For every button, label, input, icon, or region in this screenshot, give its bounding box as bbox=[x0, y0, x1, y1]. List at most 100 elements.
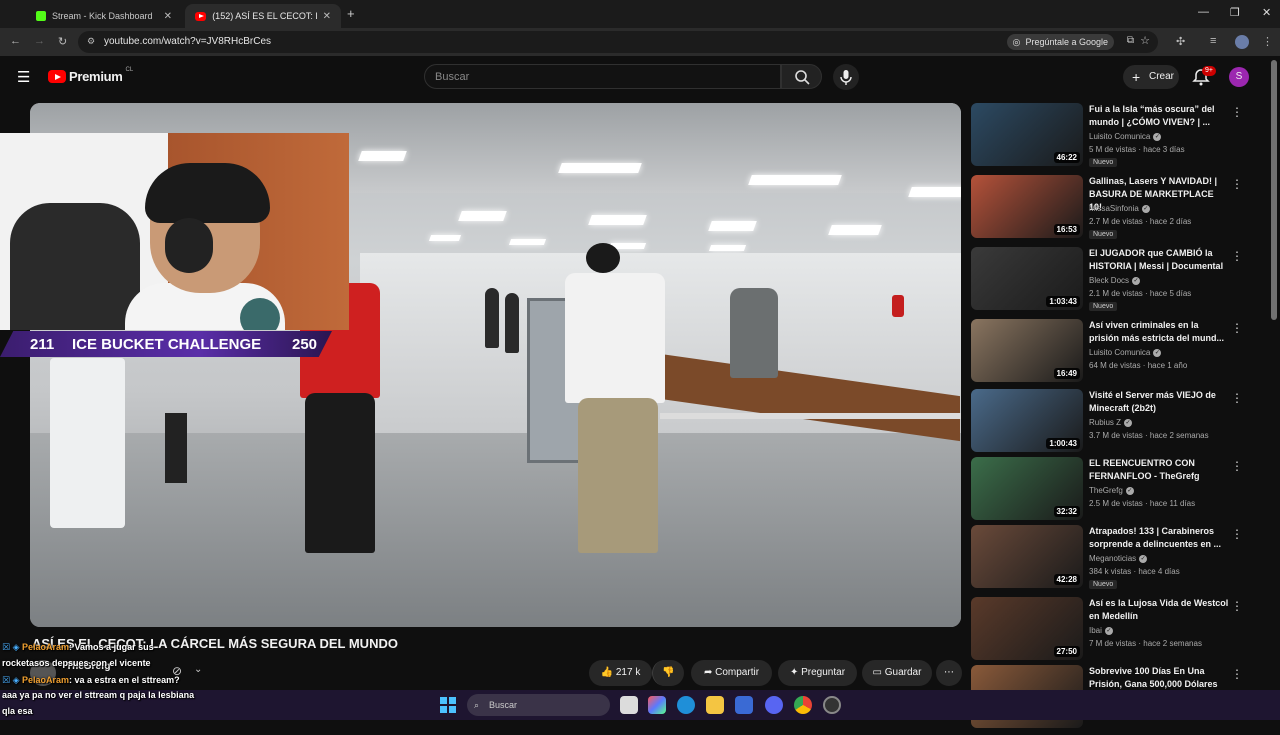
forward-arrow-icon[interactable]: → bbox=[34, 35, 45, 47]
voice-search-button[interactable] bbox=[833, 64, 859, 90]
minimize-icon[interactable]: — bbox=[1198, 6, 1209, 18]
close-tab-icon[interactable]: ✕ bbox=[323, 11, 331, 22]
close-tab-icon[interactable]: ✕ bbox=[164, 11, 172, 22]
new-badge: Nuevo bbox=[1089, 230, 1118, 239]
thumbs-down-icon: 👎 bbox=[662, 667, 675, 678]
table-top bbox=[660, 413, 961, 419]
video-thumbnail[interactable]: 32:32 bbox=[971, 457, 1083, 520]
save-button[interactable]: ▭ Guardar bbox=[862, 660, 932, 686]
extensions-icon[interactable]: ✣ bbox=[1176, 35, 1185, 48]
channel-name-text: Luisito Comunica bbox=[1089, 132, 1151, 141]
dislike-button[interactable]: 👎 bbox=[652, 660, 684, 686]
video-title[interactable]: Visité el Server más VIEJO de Minecraft … bbox=[1089, 389, 1229, 415]
recommended-video[interactable]: 27:50 Así es la Lujosa Vida de Westcol en… bbox=[971, 597, 1261, 667]
create-button[interactable]: + Crear bbox=[1123, 65, 1179, 89]
profile-avatar-icon[interactable] bbox=[1235, 35, 1249, 49]
video-thumbnail[interactable]: 46:22 bbox=[971, 103, 1083, 166]
like-button[interactable]: 👍 217 k bbox=[589, 660, 652, 686]
reload-icon[interactable]: ↻ bbox=[58, 35, 67, 48]
recommended-video[interactable]: 32:32 EL REENCUENTRO CON FERNANFLOO - The… bbox=[971, 457, 1261, 527]
url-text[interactable]: youtube.com/watch?v=JV8RHcBrCes bbox=[104, 36, 271, 47]
recommended-video[interactable]: 16:53 Gallinas, Lasers Y NAVIDAD! | BASUR… bbox=[971, 175, 1261, 245]
video-duration: 1:00:43 bbox=[1046, 438, 1080, 449]
account-avatar[interactable]: S bbox=[1229, 67, 1249, 87]
recommended-video[interactable]: 46:22 Fui a la Isla “más oscura” del mund… bbox=[971, 103, 1261, 173]
channel-name[interactable]: Ibai ✓ bbox=[1089, 626, 1113, 635]
channel-name[interactable]: Meganoticias ✓ bbox=[1089, 554, 1148, 563]
tab-kick-dashboard[interactable]: Stream - Kick Dashboard ✕ bbox=[26, 4, 182, 28]
taskbar-search[interactable]: ⌕ Buscar bbox=[467, 694, 610, 716]
hamburger-menu-icon[interactable]: ☰ bbox=[17, 68, 30, 86]
video-thumbnail[interactable]: 42:28 bbox=[971, 525, 1083, 588]
more-options-icon[interactable]: ⋮ bbox=[1231, 667, 1243, 681]
video-thumbnail[interactable]: 1:03:43 bbox=[971, 247, 1083, 310]
video-thumbnail[interactable]: 1:00:43 bbox=[971, 389, 1083, 452]
ceiling-light bbox=[358, 151, 407, 161]
windows-start-icon[interactable] bbox=[440, 697, 456, 713]
chat-message: qla esa bbox=[2, 706, 33, 716]
recommended-video[interactable]: 16:49 Así viven criminales en la prisión … bbox=[971, 319, 1261, 389]
channel-name[interactable]: TheGrefg ✓ bbox=[1089, 486, 1134, 495]
channel-name[interactable]: Luisito Comunica ✓ bbox=[1089, 348, 1162, 357]
more-options-icon[interactable]: ⋮ bbox=[1231, 321, 1243, 335]
video-title[interactable]: Así es la Lujosa Vida de Westcol en Mede… bbox=[1089, 597, 1229, 623]
ceiling-light bbox=[588, 215, 647, 225]
reading-list-icon[interactable]: ≡ bbox=[1210, 35, 1216, 47]
chevron-down-icon[interactable]: ⌄ bbox=[194, 664, 202, 675]
channel-name[interactable]: Rubius Z ✓ bbox=[1089, 418, 1133, 427]
edge-icon[interactable] bbox=[677, 696, 695, 714]
more-options-icon[interactable]: ⋮ bbox=[1231, 599, 1243, 613]
window-close-icon[interactable]: ✕ bbox=[1262, 6, 1271, 19]
youtube-premium-logo[interactable]: Premium CL bbox=[48, 67, 133, 84]
video-meta: 2.5 M de vistas · hace 11 días bbox=[1089, 499, 1196, 508]
store-icon[interactable] bbox=[735, 696, 753, 714]
more-options-icon[interactable]: ⋮ bbox=[1231, 249, 1243, 263]
site-info-icon[interactable]: ⚙ bbox=[87, 36, 95, 47]
search-button[interactable] bbox=[781, 64, 822, 89]
channel-name[interactable]: MissaSinfonia ✓ bbox=[1089, 204, 1150, 213]
share-button[interactable]: ➦ Compartir bbox=[691, 660, 772, 686]
more-actions-button[interactable]: ⋯ bbox=[936, 660, 962, 686]
video-title[interactable]: Atrapados! 133 | Carabineros sorprende a… bbox=[1089, 525, 1229, 551]
restore-icon[interactable]: ❐ bbox=[1230, 6, 1240, 19]
like-count: 217 k bbox=[615, 667, 641, 678]
video-thumbnail[interactable]: 16:53 bbox=[971, 175, 1083, 238]
video-thumbnail[interactable]: 16:49 bbox=[971, 319, 1083, 382]
more-options-icon[interactable]: ⋮ bbox=[1231, 177, 1243, 191]
search-input[interactable]: Buscar bbox=[424, 64, 781, 89]
task-view-icon[interactable] bbox=[620, 696, 638, 714]
recommended-video[interactable]: 1:00:43 Visité el Server más VIEJO de Min… bbox=[971, 389, 1261, 459]
page-scrollbar[interactable] bbox=[1271, 60, 1277, 320]
browser-menu-icon[interactable]: ⋮ bbox=[1262, 35, 1273, 48]
more-options-icon[interactable]: ⋮ bbox=[1231, 391, 1243, 405]
new-tab-plus-icon[interactable]: + bbox=[347, 6, 355, 21]
bookmark-star-icon[interactable]: ☆ bbox=[1140, 34, 1150, 47]
chrome-icon[interactable] bbox=[794, 696, 812, 714]
more-options-icon[interactable]: ⋮ bbox=[1231, 527, 1243, 541]
install-app-icon[interactable]: ⧉ bbox=[1127, 35, 1134, 46]
copilot-icon[interactable] bbox=[648, 696, 666, 714]
ask-google-button[interactable]: ◎ Pregúntale a Google bbox=[1007, 34, 1114, 50]
chat-text: qla esa bbox=[2, 706, 33, 716]
address-bar[interactable]: ⚙ youtube.com/watch?v=JV8RHcBrCes ◎ Preg… bbox=[78, 31, 1158, 53]
discord-icon[interactable] bbox=[765, 696, 783, 714]
tab-youtube-video[interactable]: (152) ASÍ ES EL CECOT: LA CÁRC ✕ bbox=[185, 4, 341, 28]
video-title[interactable]: Así viven criminales en la prisión más e… bbox=[1089, 319, 1229, 345]
video-title[interactable]: Fui a la Isla “más oscura” del mundo | ¿… bbox=[1089, 103, 1229, 129]
video-title[interactable]: El JUGADOR que CAMBIÓ la HISTORIA | Mess… bbox=[1089, 247, 1229, 273]
back-arrow-icon[interactable]: ← bbox=[10, 35, 21, 47]
video-title[interactable]: EL REENCUENTRO CON FERNANFLOO - TheGrefg bbox=[1089, 457, 1229, 483]
channel-name[interactable]: Luisito Comunica ✓ bbox=[1089, 132, 1162, 141]
more-options-icon[interactable]: ⋮ bbox=[1231, 459, 1243, 473]
video-thumbnail[interactable]: 27:50 bbox=[971, 597, 1083, 660]
video-title[interactable]: Sobrevive 100 Días En Una Prisión, Gana … bbox=[1089, 665, 1229, 691]
recommended-video[interactable]: 1:03:43 El JUGADOR que CAMBIÓ la HISTORIA… bbox=[971, 247, 1261, 317]
ask-button[interactable]: ✦ Preguntar bbox=[778, 660, 857, 686]
recommended-video[interactable]: 42:28 Atrapados! 133 | Carabineros sorpre… bbox=[971, 525, 1261, 595]
channel-name[interactable]: Bleck Docs ✓ bbox=[1089, 276, 1141, 285]
save-label: Guardar bbox=[884, 667, 922, 678]
more-options-icon[interactable]: ⋮ bbox=[1231, 105, 1243, 119]
person-black-pants bbox=[305, 393, 375, 553]
file-explorer-icon[interactable] bbox=[706, 696, 724, 714]
obs-icon[interactable] bbox=[823, 696, 841, 714]
